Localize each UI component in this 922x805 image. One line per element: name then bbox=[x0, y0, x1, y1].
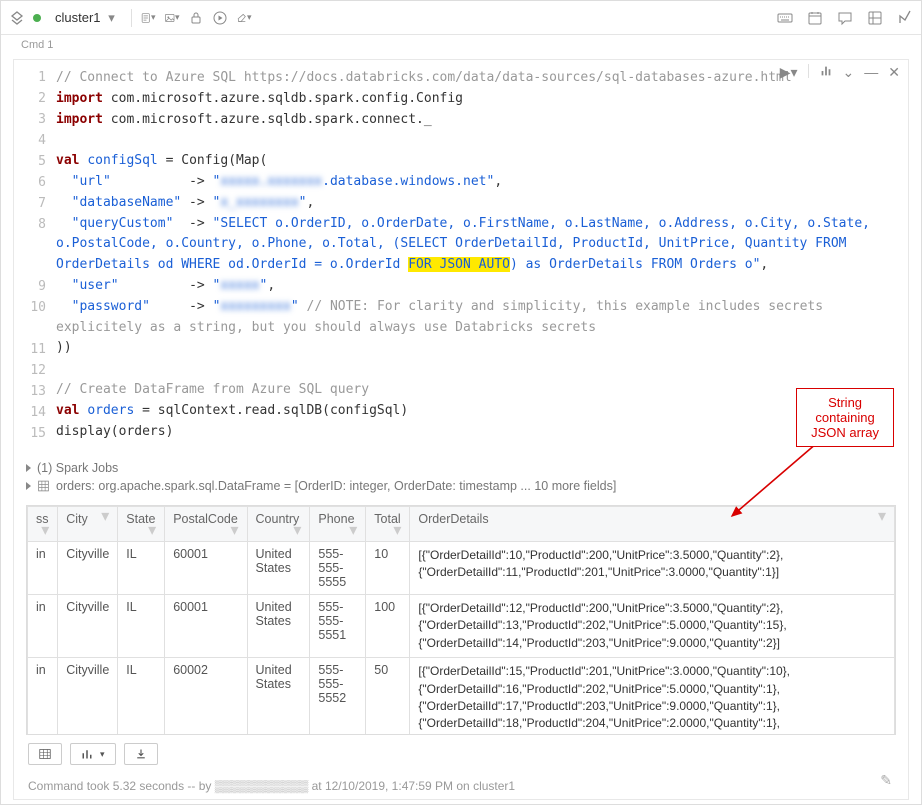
schema-toggle[interactable]: orders: org.apache.spark.sql.DataFrame =… bbox=[26, 477, 896, 495]
annotation-callout: StringcontainingJSON array bbox=[796, 388, 894, 447]
cell-ss: in bbox=[28, 542, 58, 595]
col-Total[interactable]: Total▾ bbox=[366, 507, 410, 542]
mlflow-icon[interactable] bbox=[897, 10, 913, 26]
cell-OrderDetails: [{"OrderDetailId":12,"ProductId":200,"Un… bbox=[410, 595, 895, 658]
table-body: inCityvilleIL60001United States555-555-5… bbox=[28, 542, 895, 736]
cell-PostalCode: 60002 bbox=[165, 658, 247, 735]
table-view-button[interactable] bbox=[28, 743, 62, 765]
chart-icon[interactable] bbox=[819, 64, 833, 81]
file-icon[interactable]: ▾ bbox=[140, 10, 156, 26]
cell-City: Cityville bbox=[58, 658, 118, 735]
command-status: Command took 5.32 seconds -- by ▒▒▒▒▒▒▒▒… bbox=[14, 773, 908, 799]
code-editor[interactable]: 123456789101112131415 // Connect to Azur… bbox=[14, 60, 908, 453]
chevron-down-icon: ▾ bbox=[107, 10, 117, 26]
cell-PostalCode: 60001 bbox=[165, 595, 247, 658]
cell-Phone: 555-555-5555 bbox=[310, 542, 366, 595]
cell-Phone: 555-555-5552 bbox=[310, 658, 366, 735]
cell-Country: United States bbox=[247, 542, 310, 595]
cell-Country: United States bbox=[247, 595, 310, 658]
expand-icon bbox=[26, 464, 31, 472]
download-button[interactable] bbox=[124, 743, 158, 765]
grid-icon bbox=[37, 480, 50, 493]
col-State[interactable]: State▾ bbox=[118, 507, 165, 542]
lock-icon[interactable] bbox=[188, 10, 204, 26]
cell-toolbar: ▶▾ ⌄ — ✕ bbox=[780, 64, 900, 81]
run-cell-icon[interactable]: ▶▾ bbox=[780, 64, 798, 81]
cell-ss: in bbox=[28, 658, 58, 735]
separator bbox=[808, 64, 809, 78]
table-row: inCityvilleIL60001United States555-555-5… bbox=[28, 595, 895, 658]
cell-OrderDetails: [{"OrderDetailId":10,"ProductId":200,"Un… bbox=[410, 542, 895, 595]
status-dot-green-icon bbox=[33, 14, 41, 22]
close-icon[interactable]: ✕ bbox=[888, 64, 900, 81]
col-ss[interactable]: ss▾ bbox=[28, 507, 58, 542]
separator bbox=[131, 9, 132, 27]
code-cell: ▶▾ ⌄ — ✕ 123456789101112131415 // Connec… bbox=[13, 59, 909, 800]
cell-OrderDetails: [{"OrderDetailId":15,"ProductId":201,"Un… bbox=[410, 658, 895, 735]
callout-text: StringcontainingJSON array bbox=[811, 395, 879, 440]
cell-Country: United States bbox=[247, 658, 310, 735]
cell-State: IL bbox=[118, 542, 165, 595]
command-label: Cmd 1 bbox=[1, 35, 921, 55]
spark-jobs-toggle[interactable]: (1) Spark Jobs bbox=[26, 459, 896, 477]
minimize-icon[interactable]: — bbox=[864, 64, 878, 81]
comments-icon[interactable] bbox=[837, 10, 853, 26]
chart-view-button[interactable]: ▾ bbox=[70, 743, 116, 765]
result-toolbar: ▾ bbox=[14, 735, 908, 773]
line-gutter: 123456789101112131415 bbox=[14, 68, 56, 445]
revision-icon[interactable] bbox=[867, 10, 883, 26]
col-OrderDetails[interactable]: OrderDetails▾ bbox=[410, 507, 895, 542]
cell-City: Cityville bbox=[58, 542, 118, 595]
clear-icon[interactable]: ▾ bbox=[236, 10, 252, 26]
image-icon[interactable]: ▾ bbox=[164, 10, 180, 26]
col-Country[interactable]: Country▾ bbox=[247, 507, 310, 542]
topbar: cluster1 ▾ ▾ ▾ ▾ bbox=[1, 1, 921, 35]
topbar-right bbox=[777, 10, 913, 26]
col-City[interactable]: City▾ bbox=[58, 507, 118, 542]
expand-icon bbox=[26, 482, 31, 490]
table-row: inCityvilleIL60001United States555-555-5… bbox=[28, 542, 895, 595]
col-PostalCode[interactable]: PostalCode▾ bbox=[165, 507, 247, 542]
code-content: // Connect to Azure SQL https://docs.dat… bbox=[56, 68, 900, 445]
schedule-icon[interactable] bbox=[807, 10, 823, 26]
table-row: inCityvilleIL60002United States555-555-5… bbox=[28, 658, 895, 735]
cell-Total: 10 bbox=[366, 542, 410, 595]
edit-icon[interactable]: ✎ bbox=[880, 772, 892, 789]
cell-ss: in bbox=[28, 595, 58, 658]
results-area: (1) Spark Jobs orders: org.apache.spark.… bbox=[14, 453, 908, 501]
schema-label: orders: org.apache.spark.sql.DataFrame =… bbox=[56, 479, 616, 493]
collapse-icon[interactable]: ⌄ bbox=[843, 64, 855, 81]
cell-City: Cityville bbox=[58, 595, 118, 658]
topbar-left: cluster1 ▾ ▾ ▾ ▾ bbox=[9, 8, 252, 28]
cell-Total: 50 bbox=[366, 658, 410, 735]
run-all-icon[interactable] bbox=[212, 10, 228, 26]
keyboard-icon[interactable] bbox=[777, 10, 793, 26]
cell-Phone: 555-555-5551 bbox=[310, 595, 366, 658]
cell-State: IL bbox=[118, 595, 165, 658]
cell-Total: 100 bbox=[366, 595, 410, 658]
table-header-row: ss▾City▾State▾PostalCode▾Country▾Phone▾T… bbox=[28, 507, 895, 542]
results-table: ss▾City▾State▾PostalCode▾Country▾Phone▾T… bbox=[27, 506, 895, 735]
col-Phone[interactable]: Phone▾ bbox=[310, 507, 366, 542]
cluster-selector[interactable]: cluster1 ▾ bbox=[49, 8, 123, 28]
cell-State: IL bbox=[118, 658, 165, 735]
results-table-wrap[interactable]: ss▾City▾State▾PostalCode▾Country▾Phone▾T… bbox=[26, 505, 896, 735]
spark-jobs-label: (1) Spark Jobs bbox=[37, 461, 118, 475]
cluster-name: cluster1 bbox=[55, 10, 101, 25]
attached-icon[interactable] bbox=[9, 10, 25, 26]
cell-PostalCode: 60001 bbox=[165, 542, 247, 595]
